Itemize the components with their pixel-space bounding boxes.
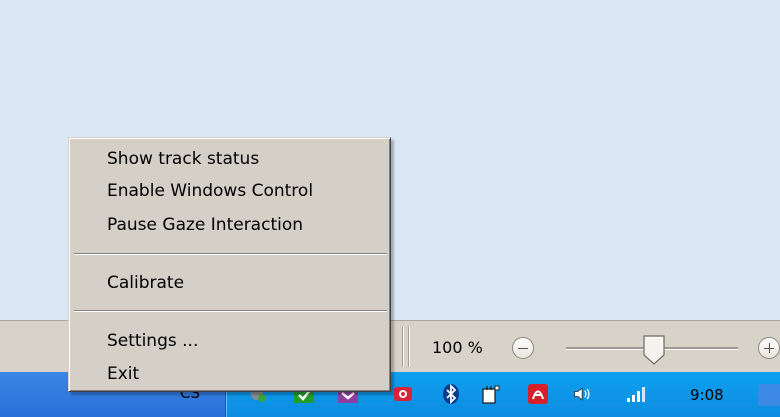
signal-strength-icon[interactable] xyxy=(625,383,647,405)
menu-item-exit[interactable]: Exit xyxy=(73,359,388,389)
speaker-icon[interactable] xyxy=(572,383,594,405)
bluetooth-icon[interactable] xyxy=(440,383,462,405)
menu-item-enable-windows-control[interactable]: Enable Windows Control xyxy=(73,176,388,206)
tray-context-menu: Show track status Enable Windows Control… xyxy=(68,137,391,392)
zoom-in-button[interactable] xyxy=(758,337,780,359)
menu-item-settings[interactable]: Settings ... xyxy=(73,326,388,356)
menu-separator xyxy=(74,310,387,312)
adobe-icon[interactable] xyxy=(527,383,549,405)
menu-item-show-track-status[interactable]: Show track status xyxy=(73,144,388,174)
show-desktop-button[interactable] xyxy=(758,384,780,406)
zoom-out-button[interactable] xyxy=(512,337,534,359)
zoom-level-label: 100 % xyxy=(432,338,483,357)
gaze-tracker-icon[interactable] xyxy=(392,383,414,405)
menu-item-calibrate[interactable]: Calibrate xyxy=(73,268,388,298)
menu-item-pause-gaze-interaction[interactable]: Pause Gaze Interaction xyxy=(73,210,388,240)
status-divider xyxy=(402,327,403,367)
zoom-slider-thumb[interactable] xyxy=(640,335,668,365)
power-plug-icon[interactable] xyxy=(480,383,502,405)
clock[interactable]: 9:08 xyxy=(690,386,724,404)
menu-separator xyxy=(74,253,387,255)
status-divider xyxy=(408,327,409,367)
